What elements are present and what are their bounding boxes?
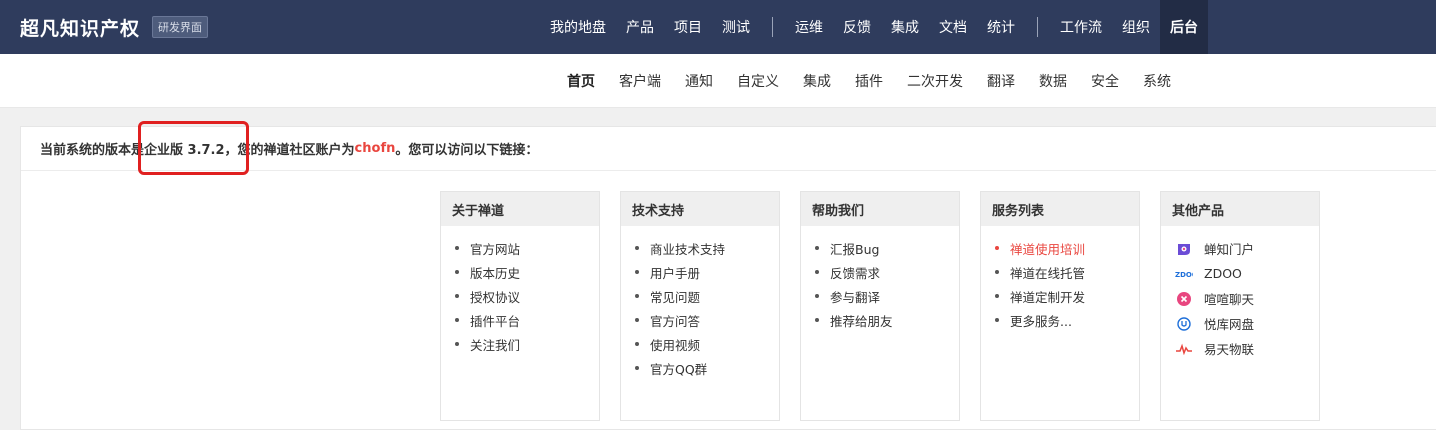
main-nav: 我的地盘 产品 项目 测试 运维 反馈 集成 文档 统计 工作流 组织 后台 — [540, 0, 1208, 54]
annotation-highlight — [138, 121, 249, 175]
bullet — [635, 294, 639, 298]
bullet — [635, 366, 639, 370]
bullet — [815, 294, 819, 298]
nav-product[interactable]: 产品 — [616, 0, 664, 54]
company-name[interactable]: 超凡知识产权 — [20, 14, 140, 41]
svg-text:ZDOO: ZDOO — [1175, 271, 1193, 279]
subnav-security[interactable]: 安全 — [1079, 71, 1131, 91]
bullet — [635, 270, 639, 274]
card-about: 关于禅道 官方网站 版本历史 授权协议 插件平台 关注我们 — [440, 191, 600, 421]
nav-workflow[interactable]: 工作流 — [1050, 0, 1112, 54]
nav-feedback[interactable]: 反馈 — [833, 0, 881, 54]
card-support: 技术支持 商业技术支持 用户手册 常见问题 官方问答 使用视频 官方QQ群 — [620, 191, 780, 421]
sub-nav: 首页 客户端 通知 自定义 集成 插件 二次开发 翻译 数据 安全 系统 — [555, 54, 1183, 108]
subnav-data[interactable]: 数据 — [1027, 71, 1079, 91]
card-services: 服务列表 禅道使用培训 禅道在线托管 禅道定制开发 更多服务... — [980, 191, 1140, 421]
card-help: 帮助我们 汇报Bug 反馈需求 参与翻译 推荐给朋友 — [800, 191, 960, 421]
brand: 超凡知识产权 研发界面 — [20, 0, 209, 54]
subnav-custom[interactable]: 自定义 — [725, 71, 791, 91]
bullet — [455, 342, 459, 346]
nav-project[interactable]: 项目 — [664, 0, 712, 54]
subnav-system[interactable]: 系统 — [1131, 71, 1183, 91]
zdoo-icon: ZDOO — [1175, 267, 1193, 281]
bullet — [995, 294, 999, 298]
link-report-bug[interactable]: 汇报Bug — [815, 236, 959, 260]
subnav-translate[interactable]: 翻译 — [975, 71, 1027, 91]
card-title: 关于禅道 — [441, 192, 599, 226]
link-user-manual[interactable]: 用户手册 — [635, 260, 779, 284]
link-follow-us[interactable]: 关注我们 — [455, 332, 599, 356]
link-translate[interactable]: 参与翻译 — [815, 284, 959, 308]
interface-badge[interactable]: 研发界面 — [152, 16, 209, 38]
bullet — [635, 246, 639, 250]
link-chanzhi[interactable]: 蝉知门户 — [1175, 236, 1319, 261]
card-title: 服务列表 — [981, 192, 1139, 226]
subnav-dev[interactable]: 二次开发 — [895, 71, 975, 91]
account-link[interactable]: chofn — [355, 141, 396, 156]
link-zdoo[interactable]: ZDOO ZDOO — [1175, 261, 1319, 286]
link-yitian[interactable]: 易天物联 — [1175, 336, 1319, 361]
subnav-notify[interactable]: 通知 — [673, 71, 725, 91]
bullet — [995, 270, 999, 274]
subnav-client[interactable]: 客户端 — [607, 71, 673, 91]
card-products: 其他产品 蝉知门户 ZDOO ZDOO 喧喧聊天 — [1160, 191, 1320, 421]
sub-navbar: 首页 客户端 通知 自定义 集成 插件 二次开发 翻译 数据 安全 系统 — [0, 54, 1436, 108]
chanzhi-icon — [1175, 242, 1193, 256]
top-navbar: 超凡知识产权 研发界面 我的地盘 产品 项目 测试 运维 反馈 集成 文档 统计… — [0, 0, 1436, 54]
link-training[interactable]: 禅道使用培训 — [995, 236, 1139, 260]
bullet — [455, 294, 459, 298]
nav-ops[interactable]: 运维 — [785, 0, 833, 54]
bullet — [995, 318, 999, 322]
nav-docs[interactable]: 文档 — [929, 0, 977, 54]
link-xuanxuan[interactable]: 喧喧聊天 — [1175, 286, 1319, 311]
link-recommend[interactable]: 推荐给朋友 — [815, 308, 959, 332]
links-intro: 。您可以访问以下链接： — [395, 143, 539, 158]
nav-stats[interactable]: 统计 — [977, 0, 1025, 54]
bullet — [455, 270, 459, 274]
link-hosting[interactable]: 禅道在线托管 — [995, 260, 1139, 284]
bullet — [635, 318, 639, 322]
bullet — [815, 318, 819, 322]
link-yueku[interactable]: 悦库网盘 — [1175, 311, 1319, 336]
xuanxuan-icon — [1175, 291, 1193, 306]
link-commercial-support[interactable]: 商业技术支持 — [635, 236, 779, 260]
link-videos[interactable]: 使用视频 — [635, 332, 779, 356]
bullet — [815, 246, 819, 250]
link-faq[interactable]: 常见问题 — [635, 284, 779, 308]
yueku-icon — [1175, 316, 1193, 331]
card-title: 帮助我们 — [801, 192, 959, 226]
card-title: 其他产品 — [1161, 192, 1319, 226]
nav-my[interactable]: 我的地盘 — [540, 0, 616, 54]
link-version-history[interactable]: 版本历史 — [455, 260, 599, 284]
subnav-integration[interactable]: 集成 — [791, 71, 843, 91]
link-qa[interactable]: 官方问答 — [635, 308, 779, 332]
bullet — [995, 246, 999, 250]
card-title: 技术支持 — [621, 192, 779, 226]
subnav-plugins[interactable]: 插件 — [843, 71, 895, 91]
nav-divider — [772, 17, 773, 37]
nav-divider — [1037, 17, 1038, 37]
nav-integration[interactable]: 集成 — [881, 0, 929, 54]
admin-home-panel: 当前系统的版本是企业版 3.7.2，您的禅道社区账户为 chofn 。您可以访问以下… — [20, 121, 1436, 430]
nav-admin[interactable]: 后台 — [1160, 0, 1208, 54]
subnav-home[interactable]: 首页 — [555, 71, 607, 91]
yitian-icon — [1175, 342, 1193, 356]
bullet — [455, 246, 459, 250]
link-feedback-request[interactable]: 反馈需求 — [815, 260, 959, 284]
nav-org[interactable]: 组织 — [1112, 0, 1160, 54]
link-official-site[interactable]: 官方网站 — [455, 236, 599, 260]
bullet — [455, 318, 459, 322]
link-license[interactable]: 授权协议 — [455, 284, 599, 308]
link-plugin-platform[interactable]: 插件平台 — [455, 308, 599, 332]
nav-test[interactable]: 测试 — [712, 0, 760, 54]
bullet — [815, 270, 819, 274]
link-more-services[interactable]: 更多服务... — [995, 308, 1139, 332]
bullet — [635, 342, 639, 346]
link-qq-group[interactable]: 官方QQ群 — [635, 356, 779, 380]
link-custom-dev[interactable]: 禅道定制开发 — [995, 284, 1139, 308]
